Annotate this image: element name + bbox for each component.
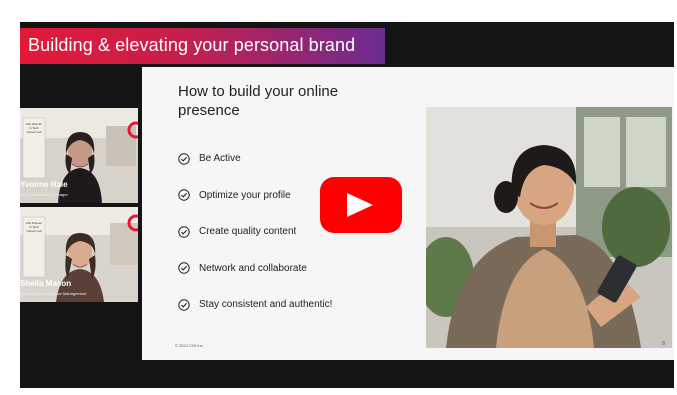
poster-text: CGI Women in Tech Career Lab [25,221,43,233]
participant-tile-2: CGI Women in Tech Career Lab Sheila Maso… [20,207,138,302]
play-button[interactable] [320,177,402,233]
participant-name: Yvonne Hale [20,180,68,189]
slide-photo [426,107,672,348]
play-icon [347,193,373,217]
check-circle-icon [178,152,190,165]
presentation-slide: How to build your online presence Be Act… [142,67,674,360]
check-circle-icon [178,298,190,311]
participant-tile-1: CGI Women in Tech Career Lab Yvonne Hale… [20,108,138,203]
checklist-label: Stay consistent and authentic! [199,299,333,310]
participant-role: Talent Acquisition Manager [20,192,68,197]
checklist-item: Stay consistent and authentic! [178,295,332,314]
checklist-item: Create quality content [178,222,332,241]
participant-role: Vice President, Alliance Management [20,291,87,296]
checklist: Be Active Optimize your profile Create q… [178,149,332,332]
slide-title: How to build your online presence [178,83,339,119]
check-circle-icon [178,225,190,238]
checklist-label: Optimize your profile [199,189,291,201]
participant-name: Sheila Mason [20,279,72,288]
slide-page-number: 8 [662,341,665,347]
check-circle-icon [178,189,190,201]
checklist-label: Create quality content [199,226,297,237]
banner-title: Building & elevating your personal brand [28,35,356,55]
poster-text: CGI Women in Tech Career Lab [25,122,43,134]
checklist-item: Be Active [178,149,332,168]
checklist-item: Network and collaborate [178,259,332,278]
checklist-label: Network and collaborate [199,262,307,274]
slide-footer: © 2024 CGI Inc. [175,343,204,348]
check-circle-icon [178,262,190,274]
checklist-label: Be Active [199,153,241,164]
checklist-item: Optimize your profile [178,186,332,205]
video-player[interactable]: Building & elevating your personal brand… [20,22,674,388]
title-banner: Building & elevating your personal brand [20,28,385,64]
